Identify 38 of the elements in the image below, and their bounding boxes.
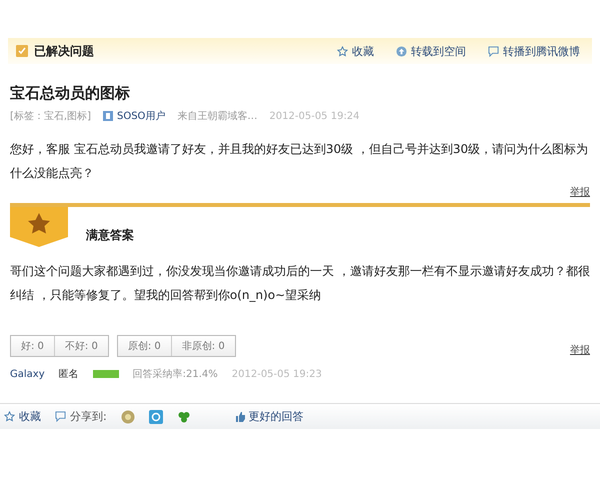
share-label: 分享到: bbox=[70, 409, 107, 424]
share-icon[interactable] bbox=[120, 410, 135, 424]
check-icon bbox=[16, 45, 28, 57]
vote-button[interactable]: 好: 0 bbox=[11, 336, 55, 356]
star-icon bbox=[4, 411, 15, 422]
upload-icon bbox=[396, 46, 407, 56]
vote-button[interactable]: 原创: 0 bbox=[118, 336, 172, 356]
answer-heading: 满意答案 bbox=[86, 227, 134, 244]
user-link[interactable]: SOSO用户 bbox=[116, 109, 166, 123]
vote-button[interactable]: 不好: 0 bbox=[54, 336, 108, 356]
better-answer-link[interactable]: 更好的回答 bbox=[234, 409, 304, 424]
header-action[interactable]: 转播到腾讯微博 bbox=[488, 44, 580, 58]
thumbs-up-icon bbox=[234, 412, 245, 422]
answer-body: 哥们这个问题大家都遇到过，你没发现当你邀请成功后的一天 ，邀请好友那一栏有不显示邀请好友成功？都很纠结 ，只能等修复了。望我的回答帮到你o(n_n)o~望采纳 bbox=[10, 263, 590, 304]
ribbon-star-icon bbox=[10, 207, 68, 247]
header-action[interactable]: 转载到空间 bbox=[396, 44, 466, 58]
question-source: 来自王朝霸域客… bbox=[177, 110, 258, 123]
share-icon[interactable] bbox=[148, 410, 163, 424]
accept-rate: 回答采纳率:21.4% bbox=[132, 368, 218, 381]
vote-button[interactable]: 非原创: 0 bbox=[172, 336, 235, 356]
question-time: 2012-05-05 19:24 bbox=[269, 110, 360, 122]
speech-bubble-icon bbox=[55, 411, 66, 422]
star-icon bbox=[337, 46, 348, 56]
question-title: 宝石总动员的图标 bbox=[10, 84, 131, 103]
favorite-link[interactable]: 收藏 bbox=[4, 409, 41, 424]
header-title: 已解决问题 bbox=[34, 42, 94, 60]
report-link[interactable]: 举报 bbox=[570, 343, 590, 357]
author-name[interactable]: Galaxy bbox=[10, 368, 45, 380]
report-link[interactable]: 举报 bbox=[570, 185, 590, 199]
question-tags: [标签：宝石,图标] bbox=[10, 109, 91, 123]
question-body: 您好，客服 宝石总动员我邀请了好友，并且我的好友已达到30级 ，但自己号并达到30级，请问为什么图标为什么没能点亮？ bbox=[10, 141, 590, 182]
anonymous-label: 匿名 bbox=[58, 368, 79, 381]
speech-bubble-icon bbox=[488, 46, 499, 56]
level-badge-icon bbox=[92, 370, 119, 378]
header-action[interactable]: 收藏 bbox=[337, 44, 374, 58]
clover-icon[interactable] bbox=[176, 410, 191, 424]
user-icon bbox=[102, 111, 113, 121]
answer-time: 2012-05-05 19:23 bbox=[232, 368, 322, 380]
